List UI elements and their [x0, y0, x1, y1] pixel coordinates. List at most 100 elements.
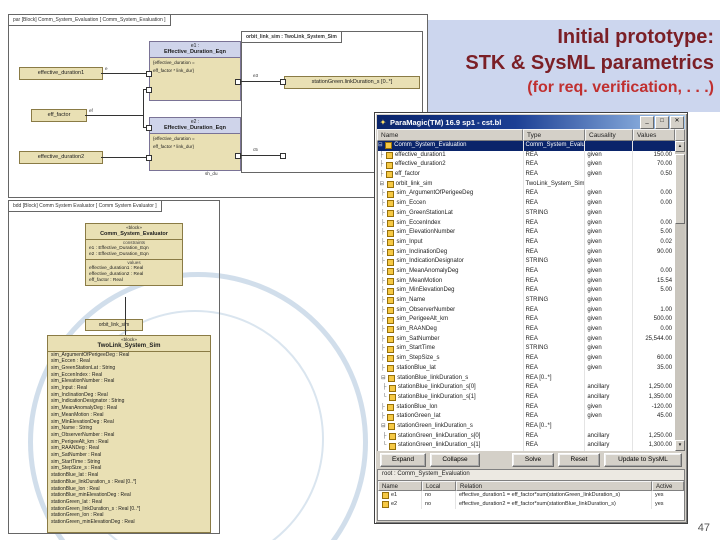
value-entry: stationGreen_minElevationDeg : Real — [51, 519, 135, 526]
connector-label-e: e — [105, 66, 108, 71]
cell-causality: given — [585, 160, 634, 171]
tree-row[interactable]: ├ sim_PerigeeAlt_km REA given 500.00 — [378, 315, 675, 326]
cell-name: ├ stationBlue_linkDuration_s[0] — [378, 383, 524, 393]
tree-branch-glyph: ├ — [378, 316, 387, 323]
tree-branch-glyph: ├ — [378, 345, 387, 352]
value-entry: stationBlue_lat : Real — [51, 472, 99, 479]
tree-row[interactable]: ├ sim_MinElevationDeg REA given 5.00 — [378, 286, 675, 296]
tree-row[interactable]: ⊟ stationGreen_linkDuration_s REA [0..*] — [378, 421, 675, 432]
cell-values: 1.00 — [660, 306, 673, 313]
cell-causality: given — [585, 286, 634, 296]
title-banner: Initial prototype: STK & SysML parametri… — [428, 20, 720, 112]
node-icon — [387, 277, 395, 285]
tree-row[interactable]: ├ sim_InclinationDeg REA given 90.00 — [378, 247, 675, 258]
relation-row[interactable]: e2 no effective_duration2 = eff_factor*s… — [378, 500, 684, 509]
column-header-causality[interactable]: Causality — [585, 129, 633, 141]
node-icon — [387, 307, 395, 315]
minimize-button[interactable]: _ — [640, 115, 654, 129]
node-icon — [385, 161, 393, 169]
vertical-scrollbar[interactable]: ▲ ▼ — [675, 141, 686, 451]
node-label: stationGreen_linkDuration_s[1] — [398, 442, 481, 449]
bdd-diagram-frame: bdd [Block] Comm System Evaluator [ Comm… — [8, 200, 220, 534]
cell-name: ├ sim_EccenIndex — [378, 218, 524, 229]
tree-row[interactable]: ⊟ orbit_link_sim TwoLink_System_Sim — [378, 179, 675, 190]
relation-icon — [382, 501, 389, 508]
values-compartment: values effective_duration1 : Real effecti… — [86, 260, 182, 285]
tree-row[interactable]: ├ sim_EccenIndex REA given 0.00 — [378, 218, 675, 229]
tree-row[interactable]: ├ sim_Eccen REA given 0.00 — [378, 199, 675, 209]
node-icon — [388, 423, 396, 431]
relations-column-relation[interactable]: Relation — [456, 481, 652, 491]
tree-row[interactable]: ├ sim_Name STRING given — [378, 296, 675, 306]
relations-column-name[interactable]: Name — [378, 481, 422, 491]
cell-causality: given — [585, 412, 634, 422]
cell-name: ├ sim_MeanMotion — [378, 276, 524, 287]
tree-row[interactable]: └ stationGreen_linkDuration_s[1] REA anc… — [378, 441, 675, 451]
relations-column-active[interactable]: Active — [652, 481, 684, 491]
tree-row[interactable]: ├ sim_IndicationDesignator STRING given — [378, 257, 675, 267]
tree-row[interactable]: ⊟ Comm_System_Evaluation Comm_System_Eva… — [378, 141, 676, 151]
tree-row[interactable]: ├ effective_duration1 REA given 150.00 — [378, 150, 675, 161]
maximize-button[interactable]: □ — [655, 115, 669, 129]
column-header-name[interactable]: Name — [377, 129, 523, 141]
column-header-values[interactable]: Values — [633, 129, 675, 141]
collapse-button[interactable]: Collapse — [430, 453, 480, 467]
close-button[interactable]: ✕ — [670, 115, 684, 129]
scroll-up-arrow[interactable]: ▲ — [675, 141, 685, 152]
cell-name: ├ sim_IndicationDesignator — [378, 257, 524, 267]
expand-button[interactable]: Expand — [380, 453, 426, 467]
node-icon — [387, 365, 395, 373]
tree-row[interactable]: ├ sim_MeanMotion REA given 15.54 — [378, 276, 675, 287]
tree-row[interactable]: ├ stationGreen_linkDuration_s[0] REA anc… — [378, 431, 675, 442]
constraint-block-e2: e2 : Effective_Duration_Eqn {effective_d… — [149, 117, 241, 171]
scrollbar-track[interactable] — [675, 152, 686, 440]
reset-button[interactable]: Reset — [558, 453, 600, 467]
node-icon — [387, 297, 395, 305]
cell-type: STRING — [524, 296, 586, 306]
tree-row[interactable]: ├ sim_RAANDeg REA given 0.00 — [378, 325, 675, 335]
tree-row[interactable]: ├ stationGreen_lat REA given 45.00 — [378, 412, 675, 422]
bdd-diagram-tab: bdd [Block] Comm System Evaluator [ Comm… — [9, 201, 162, 212]
cell-name: ├ sim_PerigeeAlt_km — [378, 315, 524, 326]
node-icon — [389, 432, 397, 440]
tree-branch-glyph: ├ — [378, 151, 385, 158]
relation-row[interactable]: e1 no effective_duration1 = eff_factor*s… — [378, 491, 684, 500]
node-icon — [389, 442, 397, 450]
tree-row[interactable]: ├ sim_SatNumber REA given 25,544.00 — [378, 334, 675, 345]
cell-values — [633, 374, 675, 384]
cell-name: ├ sim_MinElevationDeg — [378, 286, 524, 296]
port-marker — [146, 71, 152, 77]
tree-row[interactable]: ├ stationBlue_linkDuration_s[0] REA anci… — [378, 383, 675, 393]
cell-causality: given — [585, 247, 634, 258]
value-entry: stationGreen_lon : Real — [51, 512, 104, 519]
constraint-expression-line1: {effective_duration = — [153, 136, 195, 141]
tree-row[interactable]: ├ sim_ObserverNumber REA given 1.00 — [378, 305, 675, 316]
tree-row[interactable]: ├ sim_Input REA given 0.02 — [378, 237, 675, 248]
page-title-line2: STK & SysML parametrics — [465, 52, 714, 74]
tree-row[interactable]: ├ sim_ArgumentOfPerigeeDeg REA given 0.0… — [378, 189, 675, 200]
tree-row[interactable]: └ stationBlue_linkDuration_s[1] REA anci… — [378, 392, 675, 403]
cell-values — [633, 422, 675, 432]
tree-row[interactable]: ├ stationBlue_lat REA given 35.00 — [378, 363, 675, 374]
tree-row[interactable]: ├ sim_MeanAnomalyDeg REA given 0.00 — [378, 266, 675, 277]
tree-table-header: Name Type Causality Values — [377, 129, 685, 141]
column-header-type[interactable]: Type — [523, 129, 585, 141]
tree-row[interactable]: ├ effective_duration2 REA given 70.00 — [378, 160, 675, 171]
solve-button[interactable]: Solve — [512, 453, 554, 467]
cell-name: e2 — [378, 500, 422, 509]
tree-row[interactable]: ├ sim_StartTime STRING given — [378, 344, 675, 355]
scrollbar-thumb[interactable] — [675, 154, 686, 224]
cell-type: REA — [524, 276, 586, 287]
tree-row[interactable]: ├ sim_GreenStationLat STRING given — [378, 208, 675, 219]
paramagic-titlebar[interactable]: ✦ ParaMagic(TM) 16.9 sp1 - cst.bl _ □ ✕ — [377, 115, 685, 129]
scroll-down-arrow[interactable]: ▼ — [675, 440, 685, 451]
tree-row[interactable]: ├ stationBlue_lon REA given -120.00 — [378, 402, 675, 413]
tree-row[interactable]: ├ sim_StepSize_s REA given 60.00 — [378, 354, 675, 364]
tree-table-body: ⊟ Comm_System_Evaluation Comm_System_Eva… — [377, 141, 676, 451]
update-to-sysml-button[interactable]: Update to SysML — [604, 453, 682, 467]
relations-column-local[interactable]: Local — [422, 481, 456, 491]
tree-branch-glyph: └ — [378, 442, 389, 449]
tree-row[interactable]: ├ sim_ElevationNumber REA given 5.00 — [378, 228, 675, 238]
tree-row[interactable]: ├ eff_factor REA given 0.50 — [378, 170, 675, 180]
tree-row[interactable]: ⊟ stationBlue_linkDuration_s REA [0..*] — [378, 373, 675, 384]
